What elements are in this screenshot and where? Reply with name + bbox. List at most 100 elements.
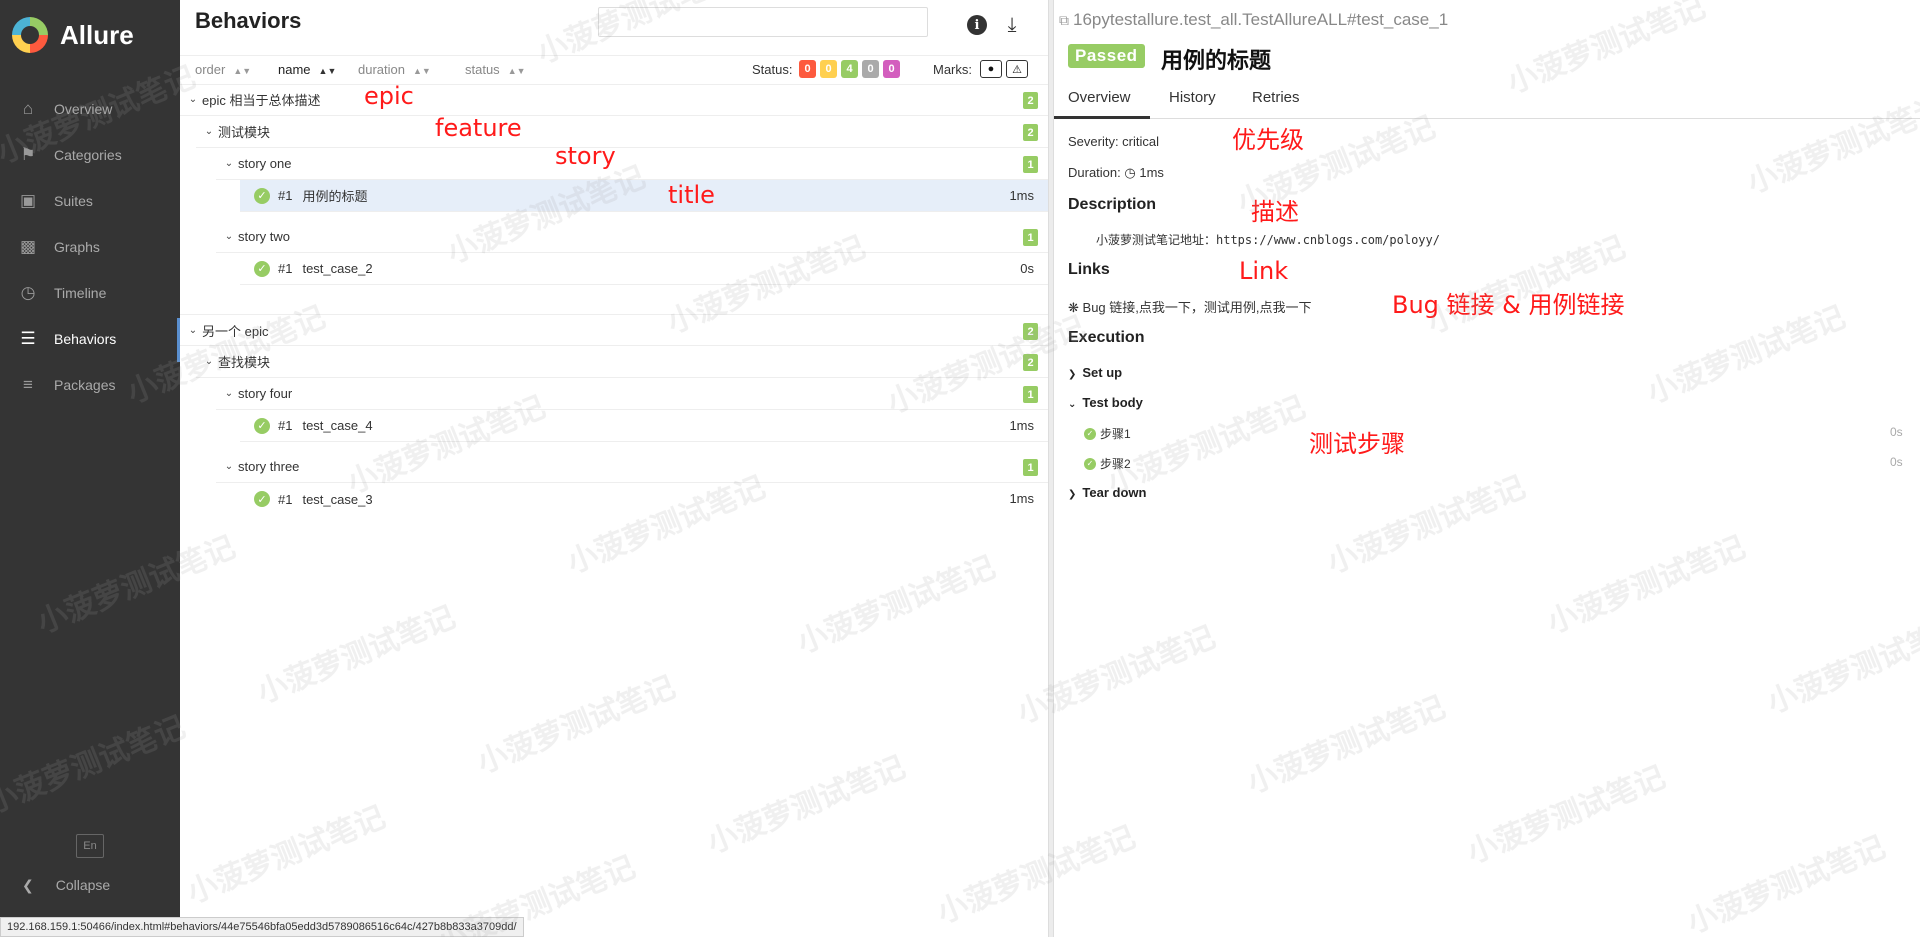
sidebar-item-label: Timeline bbox=[54, 285, 107, 301]
status-failed-badge[interactable]: 0 bbox=[799, 60, 816, 78]
tree-group-epic[interactable]: ⌄ 另一个 epic 2 bbox=[180, 314, 1048, 346]
tab-retries[interactable]: Retries bbox=[1252, 89, 1300, 119]
sidebar-item-label: Graphs bbox=[54, 239, 100, 255]
tree-group-story[interactable]: ⌄ story two 1 bbox=[216, 221, 1048, 253]
tree-group-feature[interactable]: ⌄ 测试模块 2 bbox=[196, 116, 1048, 148]
test-duration: 1ms bbox=[1009, 418, 1034, 433]
sort-duration[interactable]: duration ▲▼ bbox=[358, 62, 431, 77]
sidebar-item-packages[interactable]: ≡ Packages bbox=[0, 362, 180, 408]
chevron-right-icon: ❯ bbox=[1068, 489, 1077, 500]
group-count-badge: 2 bbox=[1023, 124, 1038, 141]
tree-test-case[interactable]: ✓ #1 test_case_2 0s bbox=[240, 253, 1048, 285]
brand[interactable]: Allure bbox=[0, 0, 180, 70]
links-text[interactable]: ❋ Bug 链接,点我一下，测试用例,点我一下 bbox=[1068, 297, 1312, 316]
clock-icon: ◷ bbox=[1124, 165, 1136, 180]
passed-check-icon: ✓ bbox=[1084, 427, 1096, 440]
collapse-label: Collapse bbox=[55, 877, 111, 893]
test-index: #1 bbox=[278, 491, 293, 507]
group-label: story two bbox=[238, 229, 291, 244]
align-left-icon: ≡ bbox=[23, 375, 33, 394]
info-icon[interactable]: i bbox=[967, 15, 987, 35]
sidebar-item-overview[interactable]: ⌂ Overview bbox=[0, 86, 180, 132]
copy-icon[interactable]: ⧉ bbox=[1059, 12, 1069, 28]
sidebar-item-behaviors[interactable]: ☰ Behaviors bbox=[0, 316, 180, 362]
chevron-down-icon: ⌄ bbox=[204, 126, 214, 137]
tab-overview[interactable]: Overview bbox=[1054, 89, 1150, 119]
tree-group-story[interactable]: ⌄ story one 1 bbox=[216, 148, 1048, 180]
status-passed-badge[interactable]: 4 bbox=[841, 60, 858, 78]
test-body-section[interactable]: ⌄ Test body bbox=[1068, 395, 1143, 410]
setup-section[interactable]: ❯ Set up bbox=[1068, 365, 1122, 380]
collapse-button[interactable]: ❮ Collapse bbox=[0, 870, 180, 900]
sort-order[interactable]: order ▲▼ bbox=[195, 62, 251, 77]
group-label: story three bbox=[238, 459, 300, 474]
group-label: 测试模块 bbox=[218, 125, 271, 140]
flaky-mark-icon[interactable]: ● bbox=[980, 60, 1002, 78]
step-row[interactable]: ✓ 步骤2 bbox=[1084, 455, 1131, 472]
sidebar-item-suites[interactable]: ▣ Suites bbox=[0, 178, 180, 224]
status-skipped-badge[interactable]: 0 bbox=[862, 60, 879, 78]
group-count-badge: 2 bbox=[1023, 354, 1038, 371]
language-button[interactable]: En bbox=[76, 834, 104, 858]
links-heading: Links bbox=[1068, 261, 1110, 278]
search-input[interactable] bbox=[598, 7, 928, 37]
passed-check-icon: ✓ bbox=[254, 417, 270, 434]
annotation-story: story bbox=[555, 142, 616, 170]
tree-test-case[interactable]: ✓ #1 test_case_4 1ms bbox=[240, 410, 1048, 442]
column-label: duration bbox=[358, 62, 405, 77]
group-count-badge: 1 bbox=[1023, 386, 1038, 403]
tree-group-story[interactable]: ⌄ story four 1 bbox=[216, 378, 1048, 410]
test-title: 用例的标题 bbox=[1161, 48, 1272, 73]
sort-icon: ▲▼ bbox=[412, 66, 431, 76]
group-label: story one bbox=[238, 156, 292, 171]
tree-group-feature[interactable]: ⌄ 查找模块 2 bbox=[196, 346, 1048, 378]
chevron-down-icon: ⌄ bbox=[188, 324, 198, 336]
passed-check-icon: ✓ bbox=[254, 187, 270, 204]
chevron-right-icon: ❯ bbox=[1068, 369, 1077, 380]
detail-tabs: Overview History Retries bbox=[1054, 83, 1920, 119]
test-detail-pane: ⧉ 16pytestallure.test_all.TestAllureALL#t… bbox=[1054, 0, 1920, 937]
sidebar-item-categories[interactable]: ⚑ Categories bbox=[0, 132, 180, 178]
tree-group-story[interactable]: ⌄ story three 1 bbox=[216, 451, 1048, 483]
download-icon[interactable]: ⤓ bbox=[1000, 13, 1024, 37]
status-filter-label: Status: bbox=[752, 62, 793, 77]
annotation-links: Bug 链接 & 用例链接 bbox=[1392, 291, 1625, 319]
chevron-down-icon: ⌄ bbox=[224, 461, 234, 472]
test-name: 用例的标题 bbox=[302, 189, 368, 204]
sort-icon: ▲▼ bbox=[233, 66, 252, 76]
tab-history[interactable]: History bbox=[1169, 89, 1216, 119]
test-duration: 0s bbox=[1020, 261, 1034, 276]
sidebar-item-label: Behaviors bbox=[54, 331, 117, 347]
teardown-label: Tear down bbox=[1082, 485, 1147, 500]
annotation-link: Link bbox=[1239, 257, 1289, 285]
sidebar-item-label: Suites bbox=[54, 193, 93, 209]
tree-group-epic[interactable]: ⌄ epic 相当于总体描述 2 bbox=[180, 84, 1048, 116]
bug-icon: ❋ bbox=[1068, 300, 1079, 315]
links-label: Bug 链接,点我一下，测试用例,点我一下 bbox=[1082, 300, 1312, 315]
tree-test-case[interactable]: ✓ #1 用例的标题 1ms bbox=[240, 180, 1048, 212]
execution-heading: Execution bbox=[1068, 329, 1145, 346]
test-duration: 1ms bbox=[1009, 188, 1034, 203]
warning-mark-icon[interactable]: ⚠ bbox=[1006, 60, 1028, 78]
sidebar-item-timeline[interactable]: ◷ Timeline bbox=[0, 270, 180, 316]
tree-test-case[interactable]: ✓ #1 test_case_3 1ms bbox=[240, 483, 1048, 515]
sidebar-item-label: Packages bbox=[54, 377, 116, 393]
sort-name[interactable]: name ▲▼ bbox=[278, 62, 336, 77]
teardown-section[interactable]: ❯ Tear down bbox=[1068, 485, 1146, 500]
chevron-left-icon: ❮ bbox=[22, 876, 34, 893]
group-label: epic 相当于总体描述 bbox=[202, 93, 321, 108]
marks-label: Marks: bbox=[933, 62, 972, 77]
list-icon: ☰ bbox=[20, 329, 36, 348]
flag-icon: ⚑ bbox=[20, 145, 36, 164]
home-icon: ⌂ bbox=[22, 99, 34, 118]
step-row[interactable]: ✓ 步骤1 bbox=[1084, 425, 1131, 442]
sidebar-item-graphs[interactable]: ▩ Graphs bbox=[0, 224, 180, 270]
passed-check-icon: ✓ bbox=[1084, 457, 1096, 470]
duration-label: Duration: bbox=[1068, 165, 1121, 180]
status-unknown-badge[interactable]: 0 bbox=[883, 60, 900, 78]
group-count-badge: 2 bbox=[1023, 323, 1038, 340]
sort-status[interactable]: status ▲▼ bbox=[465, 62, 526, 77]
status-broken-badge[interactable]: 0 bbox=[820, 60, 837, 78]
group-count-badge: 1 bbox=[1023, 156, 1038, 173]
passed-check-icon: ✓ bbox=[254, 491, 270, 507]
